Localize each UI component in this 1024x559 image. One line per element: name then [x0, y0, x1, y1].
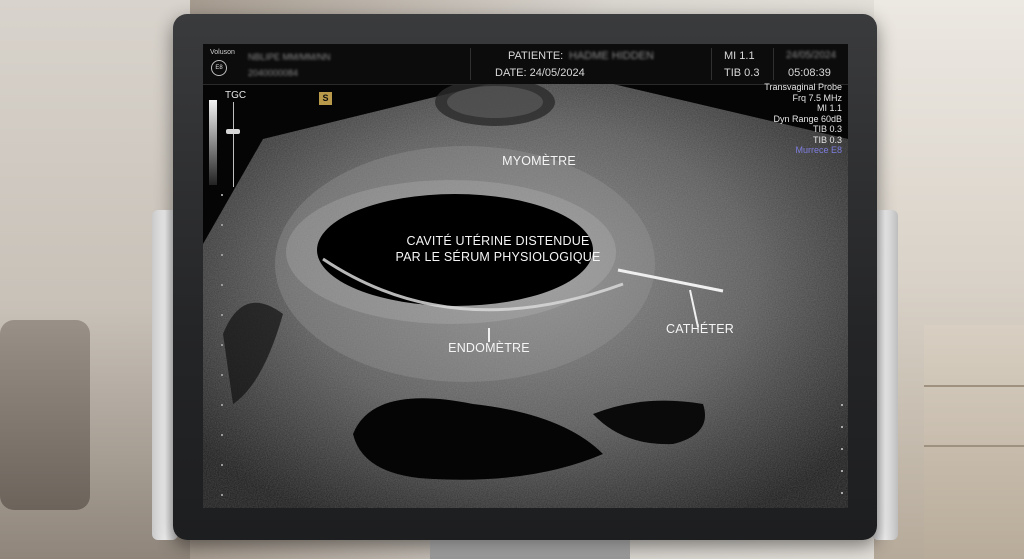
grayscale-bar: [209, 100, 217, 185]
label-endometre: ENDOMÈTRE: [448, 341, 530, 355]
blurred-header-line2: 2040000084: [248, 68, 299, 78]
mi-value: MI 1.1: [724, 50, 755, 62]
clock-time: 05:08:39: [788, 67, 831, 79]
probe-type: Transvaginal Probe: [764, 82, 842, 92]
cabinet: [924, 325, 1024, 559]
depth-scale-left: [221, 194, 223, 504]
tgc-track: [233, 102, 234, 187]
ultrasound-image: [203, 84, 848, 508]
tgc-slider-handle[interactable]: [226, 129, 240, 134]
probe-info-panel: Transvaginal Probe Frq 7.5 MHz MI 1.1 Dy…: [764, 82, 842, 156]
s-badge: S: [319, 92, 332, 105]
brand-logo: Voluson: [210, 49, 235, 56]
exam-date: DATE: 24/05/2024: [495, 67, 585, 79]
ultrasound-screen: Voluson E8 NBLIPE MM/MM/NN 2040000084 PA…: [203, 44, 848, 508]
probe-brand: Murrece E8: [795, 145, 842, 155]
patient-name: HADME HIDDEN: [569, 50, 654, 62]
probe-tib-2: TIB 0.3: [812, 134, 842, 145]
probe-dyn-range: Dyn Range 60dB: [773, 113, 842, 124]
brand-model-badge: E8: [211, 60, 227, 76]
tgc-label: TGC: [225, 90, 247, 101]
label-myometre: MYOMÈTRE: [502, 154, 576, 168]
date-right: 24/05/2024: [786, 50, 837, 61]
label-cavity-line1: CAVITÉ UTÉRINE DISTENDUE: [406, 234, 590, 248]
label-catheter: CATHÉTER: [665, 322, 735, 336]
patient-label: PATIENTE:: [508, 50, 564, 62]
probe-mi: MI 1.1: [816, 103, 842, 113]
label-cavity-line2: PAR LE SÉRUM PHYSIOLOGIQUE: [395, 250, 601, 264]
tib-value: TIB 0.3: [724, 67, 760, 79]
chair: [0, 320, 90, 510]
probe-frequency: Frq 7.5 MHz: [792, 92, 842, 103]
header-bar: Voluson E8 NBLIPE MM/MM/NN 2040000084 PA…: [203, 44, 848, 85]
probe-tib-1: TIB 0.3: [812, 124, 842, 134]
depth-scale-right: [841, 404, 843, 494]
monitor-stand: [430, 540, 630, 559]
